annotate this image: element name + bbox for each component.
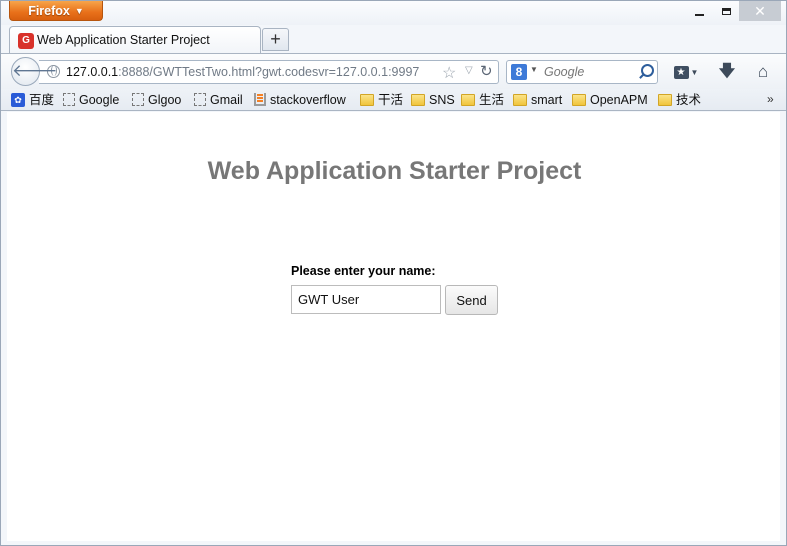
page-icon — [194, 93, 206, 107]
url-text[interactable]: 127.0.0.1:8888/GWTTestTwo.html?gwt.codes… — [66, 65, 419, 79]
search-placeholder: Google — [544, 65, 585, 79]
downloads-button[interactable]: 🡇 — [715, 61, 739, 83]
history-dropdown-icon[interactable]: ▽ — [465, 65, 473, 76]
home-icon: ⌂ — [757, 62, 769, 81]
firefox-menu-button[interactable]: Firefox ▼ — [9, 1, 103, 21]
name-prompt-label: Please enter your name: — [291, 264, 436, 278]
bookmark-folder-openapm[interactable]: OpenAPM — [572, 92, 648, 108]
back-button[interactable]: 🡐 — [11, 57, 58, 86]
reload-icon[interactable]: ↻ — [480, 62, 493, 80]
folder-icon — [513, 93, 527, 106]
bookmark-label: Google — [79, 93, 120, 107]
bookmarks-menu-button[interactable]: ★ ▼ — [669, 61, 703, 83]
page-title: Web Application Starter Project — [207, 157, 582, 185]
close-button[interactable]: ✕ — [739, 1, 781, 21]
search-box[interactable]: 8 ▼ Google — [506, 60, 658, 84]
send-button[interactable]: Send — [445, 285, 498, 315]
bookmark-label: 生活 — [479, 93, 505, 107]
url-host: 127.0.0.1 — [66, 65, 119, 79]
title-bar: Firefox ▼ ✕ — [1, 1, 786, 25]
page-icon — [132, 93, 144, 107]
folder-icon — [658, 93, 672, 106]
bookmark-folder-smart[interactable]: smart — [513, 92, 562, 108]
back-arrow-icon: 🡐 — [12, 61, 58, 80]
bookmark-label: OpenAPM — [590, 93, 648, 107]
bookmark-label: smart — [531, 93, 563, 107]
chevron-down-icon: ▼ — [690, 67, 699, 77]
url-path: :8888/GWTTestTwo.html?gwt.codesvr=127.0.… — [118, 65, 420, 79]
chevron-down-icon: ▼ — [74, 6, 84, 16]
folder-icon — [572, 93, 586, 106]
firefox-menu-label: Firefox — [28, 4, 70, 18]
bookmark-folder-jishu[interactable]: 技术 — [658, 92, 701, 108]
bookmarks-toolbar: ✿ 百度 Google Glgoo Gmail stackoverflow 干活 … — [1, 89, 786, 111]
gwt-favicon-icon: G — [18, 33, 34, 49]
bookmark-google[interactable]: Google — [63, 92, 119, 108]
browser-window: Firefox ▼ ✕ G Web Application Starter Pro… — [0, 0, 787, 546]
bookmark-label: Glgoo — [148, 93, 182, 107]
bookmark-label: 干活 — [378, 93, 404, 107]
bookmark-folder-ganhuo[interactable]: 干活 — [360, 92, 403, 108]
tab-strip: G Web Application Starter Project + — [1, 25, 786, 53]
folder-icon — [461, 93, 475, 106]
name-input[interactable] — [291, 285, 441, 314]
bookmark-folder-shenghuo[interactable]: 生活 — [461, 92, 504, 108]
page-icon — [63, 93, 75, 107]
bookmark-gmail[interactable]: Gmail — [194, 92, 243, 108]
bookmark-baidu[interactable]: ✿ 百度 — [11, 92, 54, 108]
maximize-icon — [721, 8, 731, 16]
google-search-engine-icon[interactable]: 8 — [511, 64, 527, 80]
bookmark-label: SNS — [429, 93, 455, 107]
download-arrow-icon: 🡇 — [718, 63, 736, 80]
bookmark-label: Gmail — [210, 93, 243, 107]
bookmarks-star-icon: ★ — [673, 66, 689, 80]
bookmark-folder-sns[interactable]: SNS — [411, 92, 455, 108]
folder-icon — [411, 93, 425, 106]
home-button[interactable]: ⌂ — [751, 61, 775, 83]
bookmark-label: stackoverflow — [270, 93, 346, 107]
close-icon: ✕ — [754, 3, 766, 19]
url-bar[interactable]: 127.0.0.1:8888/GWTTestTwo.html?gwt.codes… — [39, 60, 499, 84]
navigation-bar: 127.0.0.1:8888/GWTTestTwo.html?gwt.codes… — [1, 53, 786, 89]
search-engine-dropdown-icon[interactable]: ▼ — [530, 65, 538, 74]
page-content: Web Application Starter Project Please e… — [7, 112, 780, 541]
bookmark-label: 百度 — [29, 93, 55, 107]
bookmark-glgoo[interactable]: Glgoo — [132, 92, 181, 108]
maximize-button[interactable] — [713, 1, 739, 21]
tab-title: Web Application Starter Project — [37, 33, 210, 47]
bookmark-stackoverflow[interactable]: stackoverflow — [254, 92, 346, 108]
stackoverflow-icon — [254, 93, 266, 107]
minimize-button[interactable] — [685, 1, 713, 21]
new-tab-button[interactable]: + — [262, 28, 289, 51]
minimize-icon — [694, 14, 704, 17]
tab-web-application-starter-project[interactable]: G Web Application Starter Project — [9, 26, 261, 53]
bookmarks-overflow-chevron-icon[interactable]: » — [767, 92, 774, 106]
bookmark-label: 技术 — [676, 93, 702, 107]
bookmark-star-icon[interactable]: ☆ — [442, 63, 456, 83]
folder-icon — [360, 93, 374, 106]
search-icon[interactable] — [641, 64, 654, 77]
baidu-icon: ✿ — [11, 92, 25, 107]
